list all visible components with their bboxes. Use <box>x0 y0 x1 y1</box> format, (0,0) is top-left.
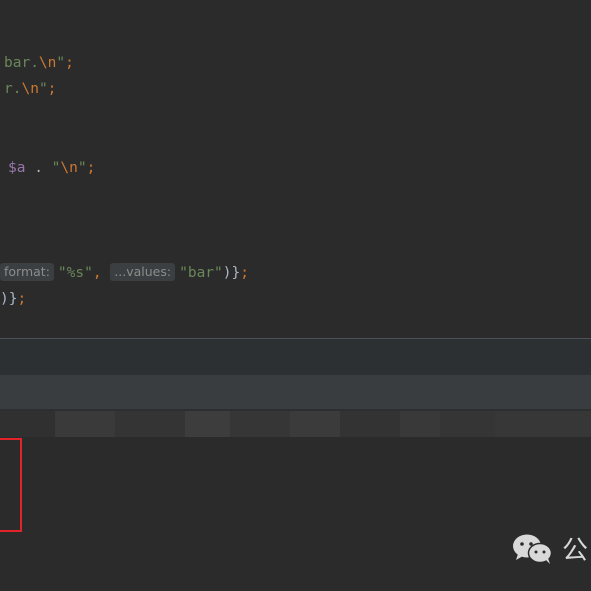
code-line-3: $a . "\n"; <box>8 157 95 179</box>
escape-sequence: \n <box>21 81 39 97</box>
close-paren: ) <box>0 291 9 307</box>
watermark-text: 公 <box>562 536 589 566</box>
variable: $a <box>8 160 26 176</box>
blurred-console-line <box>0 411 591 437</box>
code-line-1: bar.\n"; <box>4 52 74 74</box>
parameter-hint-format: format: <box>0 263 54 281</box>
run-panel-toolbar <box>0 375 591 409</box>
semicolon: ; <box>86 160 96 176</box>
escape-sequence: \n <box>38 55 57 71</box>
string-close: " <box>56 55 66 71</box>
string-close: " <box>38 81 48 97</box>
format-argument: "%s" <box>57 265 93 281</box>
close-brace: } <box>231 265 241 281</box>
concat-operator: . <box>25 160 52 176</box>
close-paren: ) <box>222 265 232 281</box>
highlight-box <box>0 438 22 532</box>
code-line-5: )}; <box>0 288 26 310</box>
run-panel-header <box>0 339 591 375</box>
code-line-2: r.\n"; <box>4 78 56 100</box>
code-line-4: format: "%s", ...values: "bar")}; <box>0 262 249 284</box>
code-editor[interactable]: bar.\n"; r.\n"; $a . "\n"; format: "%s", … <box>0 0 591 338</box>
semicolon: ; <box>47 81 57 97</box>
string-literal: bar. <box>4 55 39 71</box>
semicolon: ; <box>17 291 27 307</box>
comma: , <box>92 265 111 281</box>
watermark: 公 <box>512 530 588 567</box>
string-literal: r. <box>4 81 22 97</box>
values-argument: "bar" <box>179 265 223 281</box>
escape-sequence: \n <box>60 160 78 176</box>
parameter-hint-values: ...values: <box>110 263 176 281</box>
wechat-icon <box>513 534 553 564</box>
console-output[interactable] <box>0 437 591 591</box>
string-close: " <box>77 160 87 176</box>
semicolon: ; <box>65 55 74 71</box>
semicolon: ; <box>240 265 249 281</box>
